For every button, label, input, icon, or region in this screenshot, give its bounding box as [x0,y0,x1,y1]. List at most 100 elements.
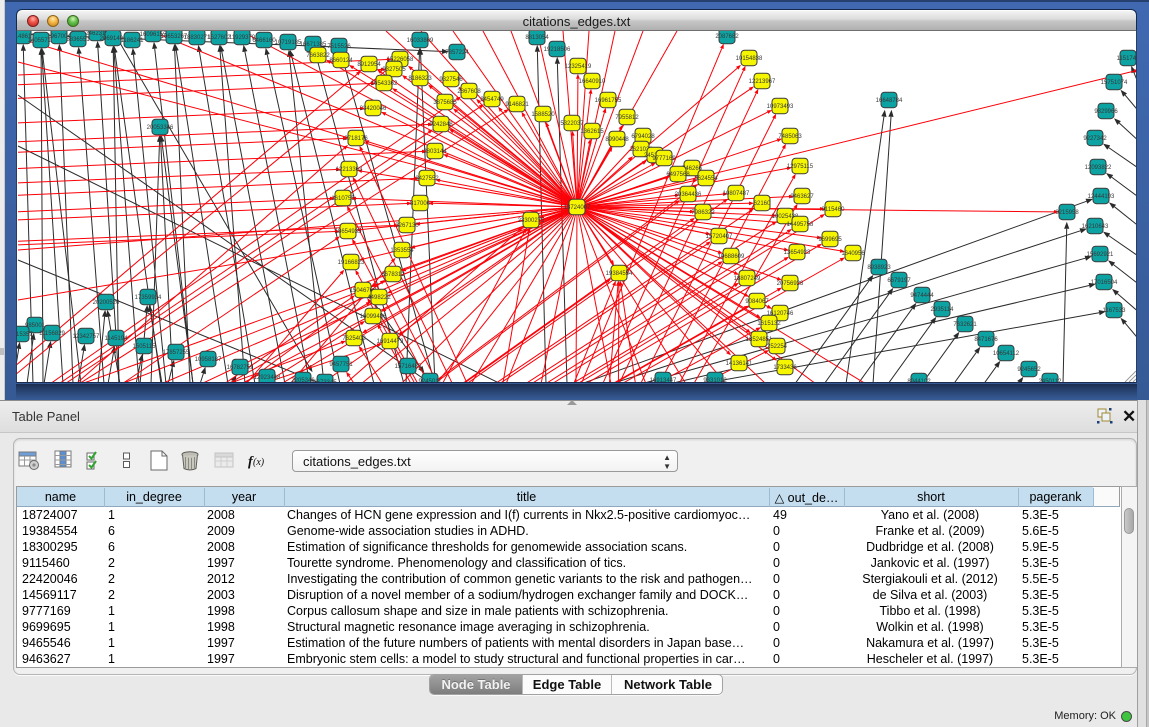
svg-text:3875685: 3875685 [433,100,457,106]
svg-text:12093822: 12093822 [1085,165,1112,171]
svg-text:16961755: 16961755 [595,98,622,104]
svg-text:3267130: 3267130 [395,223,419,229]
svg-text:6679197: 6679197 [887,278,911,284]
svg-text:(x): (x) [253,457,265,468]
svg-text:20364436: 20364436 [675,192,702,198]
svg-text:23300275: 23300275 [518,218,545,224]
svg-text:10958187: 10958187 [195,357,222,363]
svg-text:10973493: 10973493 [767,104,794,110]
svg-text:9227342: 9227342 [1083,136,1107,142]
svg-text:19218506: 19218506 [544,47,571,53]
svg-text:12325419: 12325419 [565,64,592,70]
svg-text:6794028: 6794028 [631,134,655,140]
svg-text:17359924: 17359924 [135,295,162,301]
svg-text:7515526: 7515526 [327,44,351,50]
svg-text:8471676: 8471676 [974,337,998,343]
svg-text:12975115: 12975115 [787,164,814,170]
svg-text:20200526: 20200526 [93,300,120,306]
svg-text:1505115: 1505115 [133,344,157,350]
svg-text:15716485: 15716485 [395,364,422,370]
svg-text:9115460: 9115460 [822,207,846,213]
svg-text:10807487: 10807487 [723,191,750,197]
svg-text:2935114: 2935114 [931,307,955,313]
svg-text:7632621: 7632621 [953,322,977,328]
svg-text:16210643: 16210643 [1082,224,1109,230]
svg-text:8836551: 8836551 [66,37,90,43]
svg-text:20756928: 20756928 [777,281,804,287]
svg-text:12923448: 12923448 [254,375,281,381]
svg-text:12213363: 12213363 [336,167,363,173]
svg-text:9084067: 9084067 [745,299,769,305]
svg-text:6497568: 6497568 [666,172,690,178]
svg-text:17016504: 17016504 [1091,280,1118,286]
svg-text:3915357: 3915357 [17,332,33,338]
svg-text:62160: 62160 [754,201,771,207]
svg-text:4498222: 4498222 [367,295,391,301]
svg-text:1151748: 1151748 [1117,56,1137,62]
svg-text:9777169: 9777169 [652,156,676,162]
svg-text:1733436: 1733436 [773,365,797,371]
svg-text:1362615: 1362615 [580,129,604,135]
svg-text:1332519: 1332519 [1135,66,1137,72]
svg-text:2087682: 2087682 [715,34,739,40]
svg-text:12213967: 12213967 [749,79,776,85]
svg-text:9245652: 9245652 [1017,367,1041,373]
svg-text:18654935: 18654935 [335,229,362,235]
svg-text:7955812: 7955812 [615,115,639,121]
svg-text:8215958: 8215958 [1055,210,1079,216]
svg-text:9327505: 9327505 [382,67,406,73]
svg-text:12444193: 12444193 [1088,194,1115,200]
svg-text:2450112: 2450112 [1039,379,1063,383]
svg-text:8678312: 8678312 [381,272,405,278]
svg-text:14136141: 14136141 [726,361,753,367]
svg-text:3624554: 3624554 [694,176,718,182]
svg-text:9245011: 9245011 [419,379,443,383]
svg-text:18724007: 18724007 [564,205,591,211]
svg-text:8660124: 8660124 [329,58,353,64]
svg-text:9327546: 9327546 [439,77,463,83]
svg-text:9331012: 9331012 [703,378,727,383]
svg-text:1615132: 1615132 [757,321,781,327]
svg-text:8990448: 8990448 [605,137,629,143]
svg-text:16543362: 16543362 [371,81,398,87]
svg-text:23420046: 23420046 [360,106,387,112]
svg-text:16640910: 16640910 [579,79,606,85]
svg-text:8813054: 8813054 [525,35,549,41]
svg-text:20053346: 20053346 [147,125,174,131]
svg-text:2803144: 2803144 [423,149,447,155]
svg-text:15720407: 15720407 [706,234,733,240]
svg-text:10654112: 10654112 [993,351,1020,357]
svg-text:10688609: 10688609 [718,254,745,260]
svg-text:1610755: 1610755 [331,196,355,202]
svg-text:1640956: 1640956 [841,251,865,257]
svg-text:16782759: 16782759 [227,365,254,371]
svg-text:17857255: 17857255 [163,350,190,356]
svg-text:9699695: 9699695 [818,237,842,243]
svg-text:19384554: 19384554 [606,271,633,277]
svg-text:10154838: 10154838 [736,56,763,62]
svg-text:8427552: 8427552 [415,176,439,182]
svg-text:9457751: 9457751 [329,362,353,368]
svg-text:1588520: 1588520 [531,112,555,118]
svg-text:8454749: 8454749 [480,97,504,103]
svg-text:7986322: 7986322 [691,210,715,216]
svg-text:15751074: 15751074 [1101,80,1128,86]
svg-text:11156829: 11156829 [39,331,65,337]
svg-text:16099486: 16099486 [360,314,387,320]
svg-text:7663822: 7663822 [306,53,330,59]
svg-text:817006: 817006 [410,201,431,207]
svg-text:5322037: 5322037 [560,121,584,127]
svg-text:13654923: 13654923 [784,250,811,256]
svg-text:8912954: 8912954 [357,62,381,68]
svg-text:9146821: 9146821 [505,102,529,108]
svg-text:14495758: 14495758 [787,222,814,228]
svg-text:9463627: 9463627 [790,194,814,200]
svg-text:2718176: 2718176 [344,136,368,142]
svg-text:7857224: 7857224 [445,50,469,56]
svg-text:9474444: 9474444 [910,293,934,299]
svg-text:8944102: 8944102 [907,379,931,383]
svg-text:16913447: 16913447 [650,378,677,383]
svg-text:9329966: 9329966 [1094,109,1118,115]
svg-text:19166823: 19166823 [338,260,365,266]
svg-text:1527602: 1527602 [207,35,231,41]
